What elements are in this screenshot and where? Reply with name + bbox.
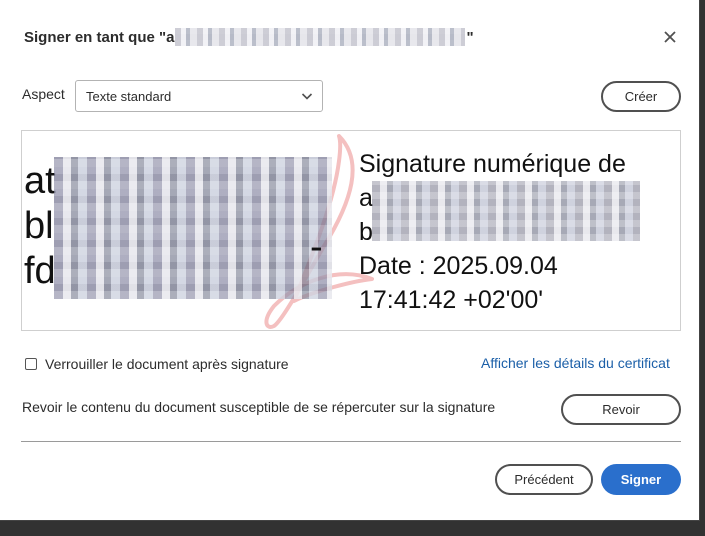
name-line-1: at [24, 160, 56, 202]
chevron-down-icon [301, 93, 313, 100]
title-prefix: Signer en tant que "a [24, 28, 175, 46]
sign-dialog: Signer en tant que "a " Aspect Texte sta… [0, 0, 700, 521]
title-suffix: " [466, 28, 474, 46]
signature-preview: at bl fd - Signature numérique de a b Da… [21, 130, 681, 331]
footer-divider [21, 441, 681, 442]
close-button[interactable] [660, 27, 680, 47]
previous-button[interactable]: Précédent [495, 464, 593, 495]
review-description: Revoir le contenu du document susceptibl… [22, 399, 496, 415]
aspect-select[interactable]: Texte standard [75, 80, 323, 112]
close-icon [664, 31, 676, 43]
name-line-2-suffix: - [310, 226, 323, 268]
aspect-selected-value: Texte standard [86, 89, 172, 104]
redacted-name [175, 28, 466, 46]
signer-name-display: at bl fd [24, 159, 56, 294]
signature-line-1: Signature numérique de [359, 150, 626, 178]
certificate-details-link[interactable]: Afficher les détails du certificat [481, 355, 670, 371]
redacted-signer-details [372, 181, 640, 241]
sign-button[interactable]: Signer [601, 464, 681, 495]
create-button[interactable]: Créer [601, 81, 681, 112]
redacted-signer-name [54, 157, 332, 299]
lock-document-option[interactable]: Verrouiller le document après signature [25, 356, 289, 372]
signature-date: Date : 2025.09.04 [359, 252, 558, 280]
signature-time: 17:41:42 +02'00' [359, 286, 544, 314]
lock-document-label: Verrouiller le document après signature [45, 356, 289, 372]
aspect-label: Aspect [22, 86, 65, 102]
lock-document-checkbox[interactable] [25, 358, 37, 370]
review-button[interactable]: Revoir [561, 394, 681, 425]
dialog-title: Signer en tant que "a " [24, 28, 474, 46]
name-line-2: bl [24, 205, 54, 247]
name-line-3: fd [24, 250, 56, 292]
